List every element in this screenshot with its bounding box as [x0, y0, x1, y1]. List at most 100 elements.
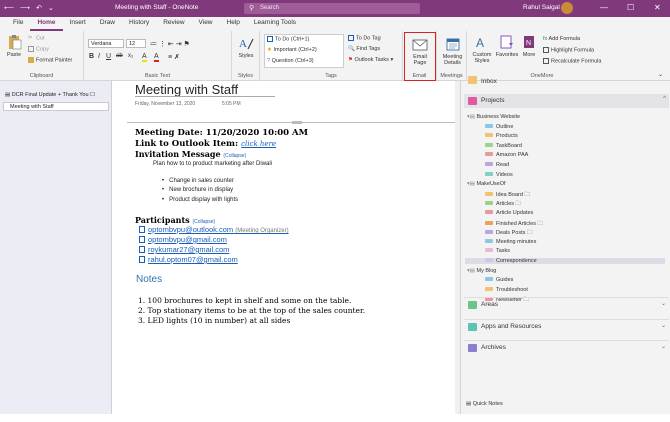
section-item[interactable]: ▤ DCR Final Update + Thank You ☐ — [3, 92, 109, 101]
highlight-color-button[interactable]: A — [142, 53, 147, 62]
section-item[interactable]: Correspondence — [465, 258, 665, 264]
ribbon-tabs: File Home Insert Draw History Review Vie… — [0, 17, 670, 31]
note-container[interactable] — [127, 122, 455, 422]
bold-button[interactable]: B — [89, 53, 94, 60]
outlook-link[interactable]: click here — [241, 140, 276, 148]
custom-styles-button[interactable]: A Custom Styles — [470, 34, 494, 64]
attendee-item[interactable]: optombvpu@outlook.com (Meeting Organizer… — [139, 225, 289, 234]
tag-important[interactable]: ★ Important (Ctrl+2) — [267, 47, 317, 53]
invitation-collapse-link[interactable]: (Collapse) — [223, 153, 246, 159]
section-item[interactable]: Read — [485, 162, 509, 168]
notebook-inbox[interactable]: Inbox — [464, 75, 669, 87]
find-tags-button[interactable]: 🔍 Find Tags — [348, 46, 380, 52]
cut-button[interactable]: ✂ Cut — [28, 35, 45, 41]
tab-learning-tools[interactable]: Learning Tools — [247, 17, 303, 31]
format-painter-button[interactable]: Format Painter — [28, 57, 72, 63]
quick-notes[interactable]: ▤ Quick Notes — [466, 401, 503, 407]
tab-view[interactable]: View — [192, 17, 220, 31]
close-button[interactable]: ✕ — [654, 3, 661, 12]
page-canvas[interactable]: Meeting with Staff Friday, November 13, … — [112, 81, 460, 414]
add-formula-button[interactable]: fx Add Formula — [543, 36, 580, 42]
font-dropdown[interactable]: Verdana — [88, 39, 124, 48]
highlight-formula-button[interactable]: Highlight Formula — [543, 47, 594, 53]
forward-icon[interactable]: ⟶ — [20, 4, 30, 12]
tab-history[interactable]: History — [122, 17, 156, 31]
basic-text-group: Verdana 12 ≔ ⋮ ⇤ ⇥ ⚑ B I U ab x₂ A A ≡ ✗… — [84, 31, 232, 81]
section-tab-icon — [485, 133, 493, 138]
expand-icon[interactable]: ⌄ — [661, 343, 666, 350]
notebook-icon — [468, 323, 477, 331]
page-item-meeting[interactable]: Meeting with Staff — [3, 102, 109, 111]
favorites-button[interactable]: Favorites — [495, 34, 519, 58]
tab-draw[interactable]: Draw — [93, 17, 122, 31]
list-icons[interactable]: ≔ ⋮ ⇤ ⇥ ⚑ — [150, 40, 190, 48]
tags-group: To Do (Ctrl+1) ★ Important (Ctrl+2) ? Qu… — [260, 31, 403, 81]
notebook-projects[interactable]: Projects ^ — [464, 94, 669, 108]
notebook-archives[interactable]: Archives ⌄ — [464, 340, 669, 354]
section-item[interactable]: Amazon PAA — [485, 152, 528, 158]
todo-tag-button[interactable]: To Do Tag — [348, 35, 381, 41]
section-item[interactable]: Article Updates — [485, 210, 533, 216]
paste-button[interactable]: Paste — [4, 34, 24, 58]
section-group[interactable]: ▾▤ Business Website — [467, 114, 520, 120]
quick-access-toolbar: ⟵ ⟶ ↶ ⌄ — [4, 4, 54, 12]
copy-button[interactable]: Copy — [28, 46, 49, 52]
notebook-areas[interactable]: Areas ⌄ — [464, 297, 669, 311]
section-item[interactable]: Troubleshoot — [485, 286, 528, 293]
avatar[interactable] — [561, 2, 573, 14]
attendee-item[interactable]: roykumar27@gmail.com — [139, 245, 229, 254]
subscript-button[interactable]: x₂ — [128, 53, 133, 59]
search-placeholder: Search — [260, 5, 280, 11]
expand-icon[interactable]: ⌄ — [661, 300, 666, 307]
tab-home[interactable]: Home — [30, 17, 63, 31]
section-group[interactable]: ▾▤ My Blog — [467, 268, 496, 274]
section-item[interactable]: Meeting minutes — [485, 238, 536, 245]
notebook-apps[interactable]: Apps and Resources ⌄ — [464, 319, 669, 333]
section-item[interactable]: Outline — [485, 123, 513, 130]
align-icons[interactable]: ≡ ✗ — [168, 53, 180, 61]
italic-button[interactable]: I — [98, 53, 100, 60]
section-tab-icon — [485, 230, 493, 235]
expand-icon[interactable]: ⌄ — [661, 322, 666, 329]
attendee-item[interactable]: optombvpu@gmail.com — [139, 235, 227, 244]
tag-todo[interactable]: To Do (Ctrl+1) — [267, 36, 309, 42]
tab-review[interactable]: Review — [156, 17, 191, 31]
section-tab-icon — [485, 248, 493, 253]
section-item[interactable]: Idea Board 🗀 — [485, 191, 530, 200]
user-name[interactable]: Rahul Saigal — [523, 4, 560, 11]
customize-qat-icon[interactable]: ⌄ — [48, 4, 54, 12]
maximize-button[interactable]: ☐ — [627, 3, 634, 12]
section-item[interactable]: Videos — [485, 171, 513, 178]
minimize-button[interactable]: — — [600, 3, 608, 12]
notebooks-pane: Inbox Projects ^ ▾▤ Business Website Outli… — [460, 76, 670, 414]
attendee-item[interactable]: rahul.optom07@gmail.com — [139, 255, 238, 264]
section-item[interactable]: TaskBoard — [485, 142, 522, 149]
meeting-details-button[interactable]: Meeting Details — [440, 36, 465, 66]
notebook-icon — [468, 76, 477, 84]
section-item[interactable]: Products — [485, 133, 518, 139]
font-size-dropdown[interactable]: 12 — [126, 39, 146, 48]
section-item[interactable]: Guides — [485, 277, 513, 283]
section-item[interactable]: Deals Posts 🗀 — [485, 229, 532, 238]
search-box[interactable]: ⚲ Search — [244, 3, 420, 14]
back-icon[interactable]: ⟵ — [4, 4, 14, 12]
recalculate-formula-button[interactable]: Recalculate Formula — [543, 58, 601, 64]
font-color-button[interactable]: A — [154, 53, 159, 62]
tab-help[interactable]: Help — [220, 17, 247, 31]
section-item[interactable]: Finished Articles 🗀 — [485, 220, 543, 229]
strikethrough-button[interactable]: ab — [116, 53, 123, 59]
more-button[interactable]: N More — [520, 34, 538, 58]
collapse-icon[interactable]: ^ — [663, 96, 666, 102]
section-item[interactable]: Articles 🗀 — [485, 200, 521, 209]
underline-button[interactable]: U — [106, 53, 111, 60]
tab-insert[interactable]: Insert — [63, 17, 93, 31]
styles-button[interactable]: A Styles — [235, 35, 257, 59]
section-group[interactable]: ▾▤ MakeUseOf — [467, 181, 506, 187]
undo-icon[interactable]: ↶ — [36, 4, 42, 12]
tag-question[interactable]: ? Question (Ctrl+3) — [267, 58, 314, 64]
notebook-icon — [468, 97, 477, 105]
section-item[interactable]: Tasks — [485, 248, 510, 254]
outlook-tasks-button[interactable]: ⚑ Outlook Tasks ▾ — [348, 57, 393, 63]
page-title[interactable]: Meeting with Staff — [135, 82, 238, 97]
tab-file[interactable]: File — [6, 17, 30, 31]
